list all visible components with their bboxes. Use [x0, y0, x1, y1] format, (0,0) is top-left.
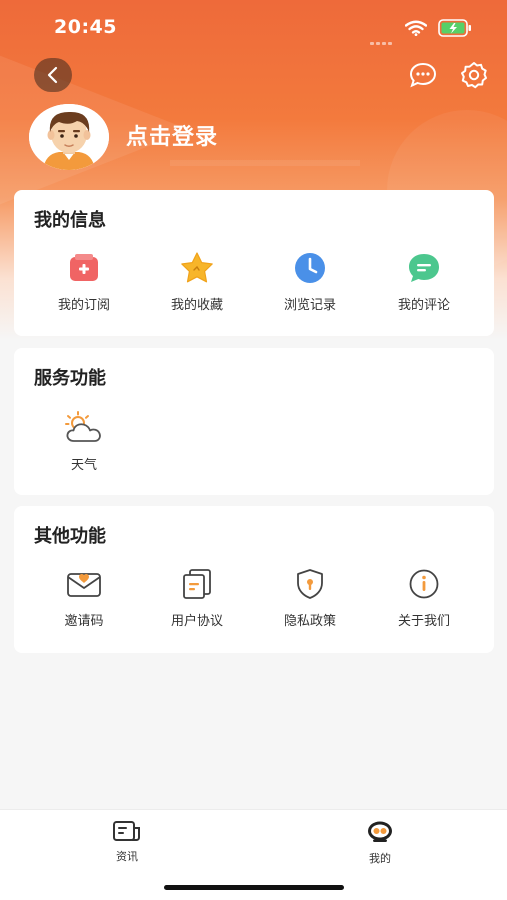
weather-item[interactable]: 天气 [34, 410, 134, 473]
invite-code-item[interactable]: 邀请码 [34, 566, 134, 629]
subscription-icon [70, 254, 98, 281]
about-us-item[interactable]: 关于我们 [374, 566, 474, 629]
info-icon [409, 569, 439, 599]
status-bar: 20:45 [0, 0, 507, 56]
signal-icon [370, 30, 396, 45]
privacy-policy-label: 隐私政策 [283, 614, 336, 629]
my-favorites-item[interactable]: 我的收藏 [147, 250, 247, 313]
tab-news[interactable]: 资讯 [97, 820, 157, 864]
browsing-history-label: 浏览记录 [283, 298, 336, 313]
user-agreement-item[interactable]: 用户协议 [147, 566, 247, 629]
my-comments-item[interactable]: 我的评论 [374, 250, 474, 313]
my-info-card: 我的信息 我的订阅 我的收藏 浏览记录 我的评论 [14, 190, 494, 336]
back-button[interactable] [34, 58, 72, 92]
profile-icon [368, 821, 392, 842]
privacy-policy-item[interactable]: 隐私政策 [260, 566, 360, 629]
my-favorites-label: 我的收藏 [170, 298, 223, 313]
chevron-left-icon [47, 66, 58, 84]
comment-icon [409, 254, 439, 282]
decor-stripe [170, 160, 360, 166]
weather-icon [65, 411, 101, 442]
tab-news-label: 资讯 [116, 850, 138, 863]
status-time: 20:45 [54, 16, 117, 38]
services-title: 服务功能 [34, 368, 106, 389]
home-indicator [164, 885, 344, 890]
services-card: 服务功能 天气 [14, 348, 494, 495]
tab-profile[interactable]: 我的 [350, 820, 410, 866]
news-icon [113, 821, 140, 841]
my-info-title: 我的信息 [34, 210, 106, 231]
invite-code-label: 邀请码 [64, 614, 104, 629]
tab-profile-label: 我的 [369, 852, 391, 865]
document-icon [183, 569, 211, 599]
browsing-history-item[interactable]: 浏览记录 [260, 250, 360, 313]
my-subscriptions-item[interactable]: 我的订阅 [34, 250, 134, 313]
weather-label: 天气 [70, 458, 97, 473]
star-icon [181, 252, 213, 283]
other-title: 其他功能 [34, 526, 106, 547]
gear-icon[interactable] [460, 61, 488, 89]
battery-icon [438, 19, 471, 37]
about-us-label: 关于我们 [397, 614, 450, 629]
shield-icon [297, 569, 323, 599]
user-agreement-label: 用户协议 [170, 614, 223, 629]
login-link[interactable]: 点击登录 [126, 119, 218, 151]
wifi-icon [405, 20, 427, 36]
my-comments-label: 我的评论 [397, 298, 450, 313]
avatar[interactable] [29, 104, 109, 170]
my-subscriptions-label: 我的订阅 [57, 298, 110, 313]
message-icon[interactable] [409, 62, 437, 88]
clock-icon [295, 253, 325, 283]
other-card: 其他功能 邀请码 用户协议 隐私政策 关于我们 [14, 506, 494, 653]
envelope-icon [67, 573, 101, 597]
